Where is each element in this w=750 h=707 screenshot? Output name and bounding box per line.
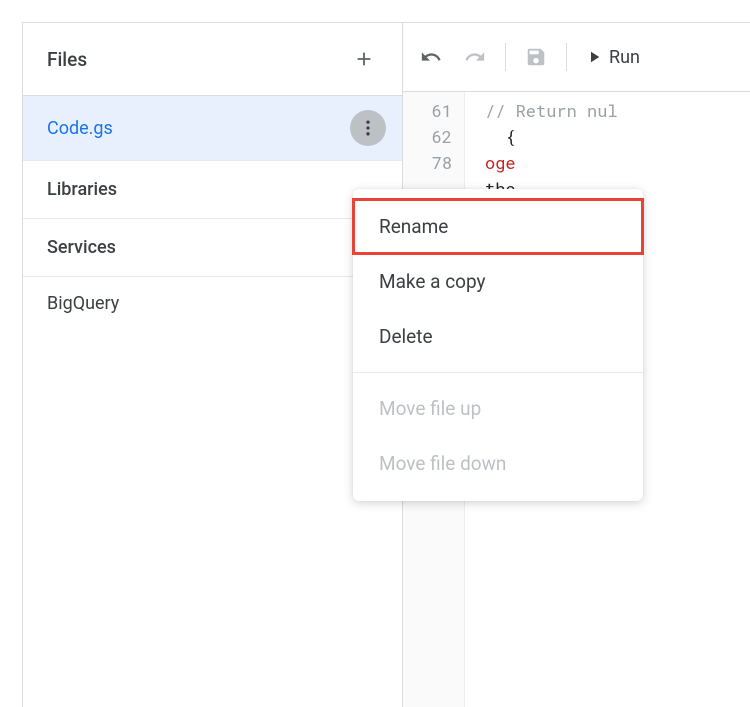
sidebar-header: Files: [23, 23, 402, 96]
undo-button[interactable]: [411, 37, 451, 77]
run-label: Run: [609, 47, 640, 68]
menu-item-move-down: Move file down: [353, 436, 643, 491]
menu-item-move-up: Move file up: [353, 381, 643, 436]
file-context-menu: Rename Make a copy Delete Move file up M…: [353, 189, 643, 501]
save-icon: [525, 46, 547, 68]
undo-icon: [420, 46, 442, 68]
run-button[interactable]: Run: [577, 41, 648, 74]
menu-item-rename[interactable]: Rename: [353, 199, 643, 254]
redo-icon: [464, 46, 486, 68]
toolbar-divider: [505, 43, 506, 71]
services-heading[interactable]: Services: [23, 219, 402, 277]
play-icon: [585, 48, 603, 66]
toolbar-divider-2: [566, 43, 567, 71]
files-sidebar: Files Code.gs Libraries Services BigQuer…: [22, 23, 402, 707]
menu-divider: [353, 372, 643, 373]
libraries-heading[interactable]: Libraries: [23, 161, 402, 219]
file-item-code-gs[interactable]: Code.gs: [23, 96, 402, 161]
save-button[interactable]: [516, 37, 556, 77]
more-vert-icon: [358, 118, 378, 138]
files-heading: Files: [47, 48, 87, 71]
redo-button[interactable]: [455, 37, 495, 77]
plus-icon: [353, 48, 375, 70]
file-more-button[interactable]: [350, 110, 386, 146]
menu-item-make-copy[interactable]: Make a copy: [353, 254, 643, 309]
file-name-label: Code.gs: [47, 118, 113, 139]
editor-toolbar: Run: [403, 23, 750, 92]
add-file-button[interactable]: [346, 41, 382, 77]
menu-item-delete[interactable]: Delete: [353, 309, 643, 364]
service-item-bigquery[interactable]: BigQuery: [23, 277, 402, 330]
